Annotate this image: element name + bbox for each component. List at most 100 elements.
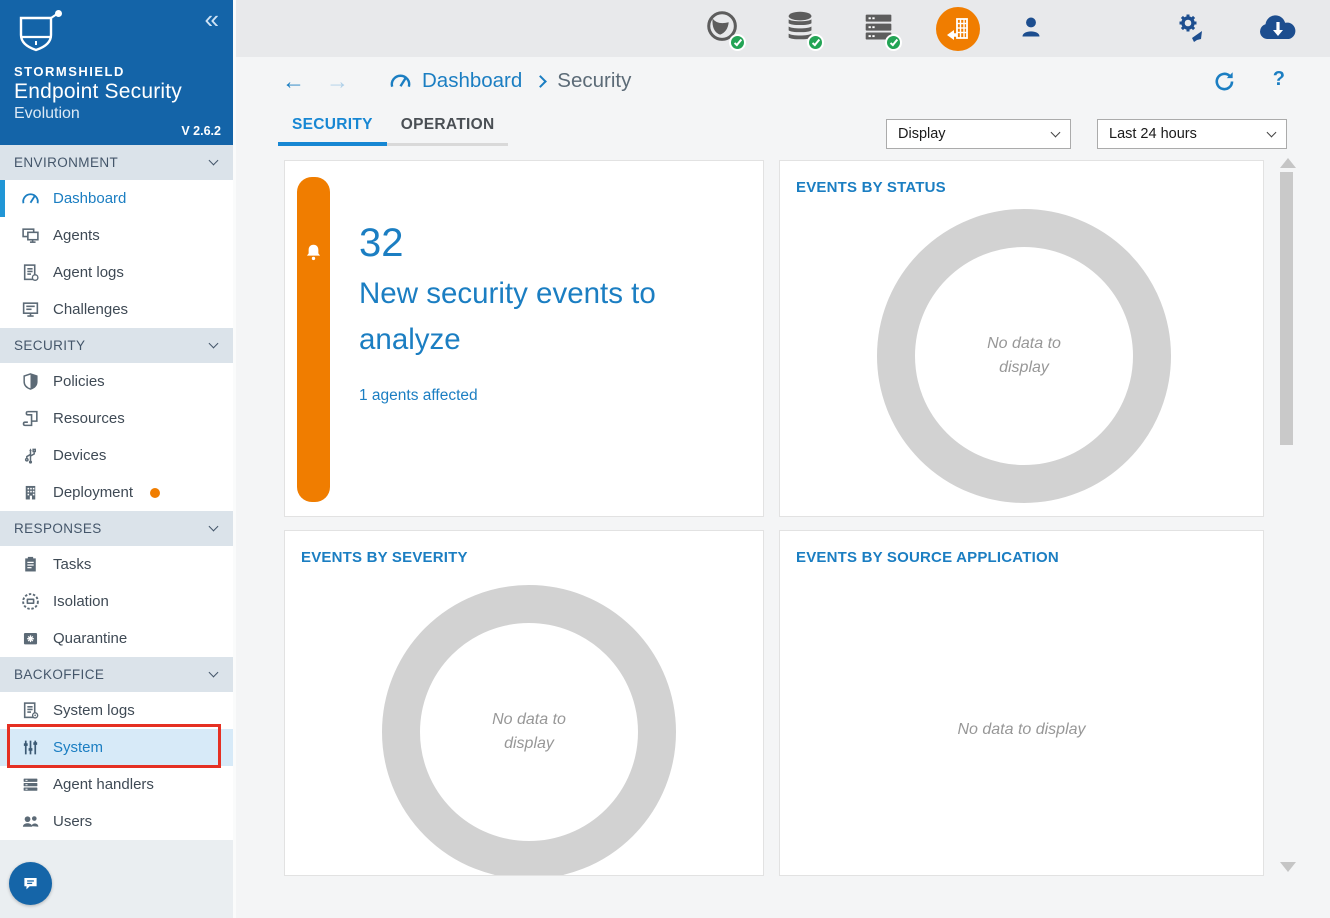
dashboard-icon — [21, 189, 40, 208]
sidebar-item-label: Resources — [53, 410, 125, 427]
cloud-download-icon[interactable] — [1256, 12, 1296, 54]
services-settings-icon[interactable] — [1171, 8, 1211, 50]
sidebar-item-quarantine[interactable]: Quarantine — [0, 620, 233, 657]
chevron-down-icon — [209, 668, 219, 678]
chevron-down-icon — [209, 156, 219, 166]
sidebar-item-label: System logs — [53, 702, 135, 719]
sidebar-item-policies[interactable]: Policies — [0, 363, 233, 400]
status-ok-badge — [729, 34, 746, 51]
sidebar-item-label: Agent handlers — [53, 776, 154, 793]
challenges-icon — [21, 300, 40, 319]
agent-handler-status-icon[interactable] — [860, 8, 900, 50]
deployment-status-icon[interactable] — [936, 7, 980, 51]
brand-version: V 2.6.2 — [181, 124, 221, 138]
tasks-clipboard-icon — [21, 555, 40, 574]
events-by-severity-card: EVENTS BY SEVERITY No data to display — [284, 530, 764, 876]
sidebar-item-dashboard[interactable]: Dashboard — [0, 180, 233, 217]
section-label: BACKOFFICE — [14, 667, 104, 682]
main-area: ← → Dashboard Security ? SECURITY OPERAT… — [233, 0, 1330, 918]
sidebar-item-tasks[interactable]: Tasks — [0, 546, 233, 583]
brand-edition: Evolution — [14, 105, 221, 123]
breadcrumb-page: Security — [557, 69, 631, 93]
event-title: New security events to analyze — [359, 271, 679, 362]
sidebar-item-agent-handlers[interactable]: Agent handlers — [0, 766, 233, 803]
agents-affected-link[interactable]: 1 agents affected — [359, 387, 763, 405]
resources-scroll-icon — [21, 409, 40, 428]
sidebar-item-label: Dashboard — [53, 190, 126, 207]
chevron-down-icon — [1051, 127, 1061, 137]
check-icon — [811, 37, 819, 46]
section-environment[interactable]: ENVIRONMENT — [0, 145, 233, 180]
internet-status-icon[interactable] — [704, 8, 744, 50]
sidebar-item-agents[interactable]: Agents — [0, 217, 233, 254]
back-arrow-icon[interactable]: ← — [282, 70, 305, 93]
sidebar-item-label: Quarantine — [53, 630, 127, 647]
quarantine-icon — [21, 629, 40, 648]
sidebar-item-label: Challenges — [53, 301, 128, 318]
severity-donut-chart: No data to display — [382, 585, 676, 876]
status-ok-badge — [807, 34, 824, 51]
sidebar-item-users[interactable]: Users — [0, 803, 233, 840]
sidebar-item-isolation[interactable]: Isolation — [0, 583, 233, 620]
devices-usb-icon — [21, 446, 40, 465]
chevron-down-icon — [209, 522, 219, 532]
section-responses[interactable]: RESPONSES — [0, 511, 233, 546]
display-dropdown[interactable]: Display — [886, 119, 1071, 149]
breadcrumb-section[interactable]: Dashboard — [422, 69, 522, 93]
sidebar-item-label: Agents — [53, 227, 100, 244]
no-data-text: No data to display — [968, 332, 1080, 380]
database-status-icon[interactable] — [782, 8, 822, 50]
agent-logs-icon — [21, 263, 40, 282]
section-backoffice[interactable]: BACKOFFICE — [0, 657, 233, 692]
sidebar-item-challenges[interactable]: Challenges — [0, 291, 233, 328]
tab-operation[interactable]: OPERATION — [387, 105, 509, 146]
breadcrumb: ← → Dashboard Security ? — [236, 57, 1330, 105]
chat-bubble-icon — [21, 874, 40, 893]
card-title: EVENTS BY STATUS — [796, 179, 946, 196]
chevron-down-icon — [209, 339, 219, 349]
scrollbar-down-arrow[interactable] — [1280, 862, 1296, 872]
system-sliders-icon — [21, 738, 40, 757]
sidebar-item-deployment[interactable]: Deployment — [0, 474, 233, 511]
check-icon — [889, 37, 897, 46]
sidebar-item-label: Devices — [53, 447, 106, 464]
refresh-icon[interactable] — [1213, 70, 1236, 93]
alert-bar — [297, 177, 330, 502]
sidebar: « STORMSHIELD Endpoint Security Evolutio… — [0, 0, 233, 918]
agents-icon — [21, 226, 40, 245]
deployment-building-icon — [21, 483, 40, 502]
isolation-icon — [21, 592, 40, 611]
sidebar-item-devices[interactable]: Devices — [0, 437, 233, 474]
sidebar-item-label: System — [53, 739, 103, 756]
tab-security[interactable]: SECURITY — [278, 105, 387, 146]
policies-shield-icon — [21, 372, 40, 391]
section-security[interactable]: SECURITY — [0, 328, 233, 363]
scrollbar-thumb[interactable] — [1280, 172, 1293, 445]
user-account-icon[interactable] — [1014, 11, 1054, 53]
chevron-right-icon — [534, 75, 547, 88]
brand-name: STORMSHIELD — [14, 64, 221, 79]
sidebar-item-resources[interactable]: Resources — [0, 400, 233, 437]
sidebar-item-label: Isolation — [53, 593, 109, 610]
brand-product: Endpoint Security — [14, 80, 221, 104]
dashboard-breadcrumb-icon — [389, 70, 412, 93]
sidebar-item-label: Tasks — [53, 556, 91, 573]
no-data-text: No data to display — [780, 721, 1263, 739]
card-title: EVENTS BY SEVERITY — [301, 549, 468, 566]
new-events-card: 32 New security events to analyze 1 agen… — [284, 160, 764, 517]
card-title: EVENTS BY SOURCE APPLICATION — [796, 549, 1059, 566]
sidebar-collapse-icon[interactable]: « — [205, 6, 219, 32]
period-dropdown[interactable]: Last 24 hours — [1097, 119, 1287, 149]
section-label: ENVIRONMENT — [14, 155, 118, 170]
sidebar-item-system-logs[interactable]: System logs — [0, 692, 233, 729]
sidebar-item-label: Policies — [53, 373, 105, 390]
forward-arrow-icon[interactable]: → — [326, 70, 349, 93]
chat-button[interactable] — [9, 862, 52, 905]
users-icon — [21, 812, 40, 831]
scrollbar-up-arrow[interactable] — [1280, 158, 1296, 168]
status-donut-chart: No data to display — [877, 209, 1171, 503]
no-data-text: No data to display — [473, 708, 585, 756]
sidebar-item-agent-logs[interactable]: Agent logs — [0, 254, 233, 291]
help-icon[interactable]: ? — [1273, 68, 1285, 91]
sidebar-item-system[interactable]: System — [0, 729, 233, 766]
